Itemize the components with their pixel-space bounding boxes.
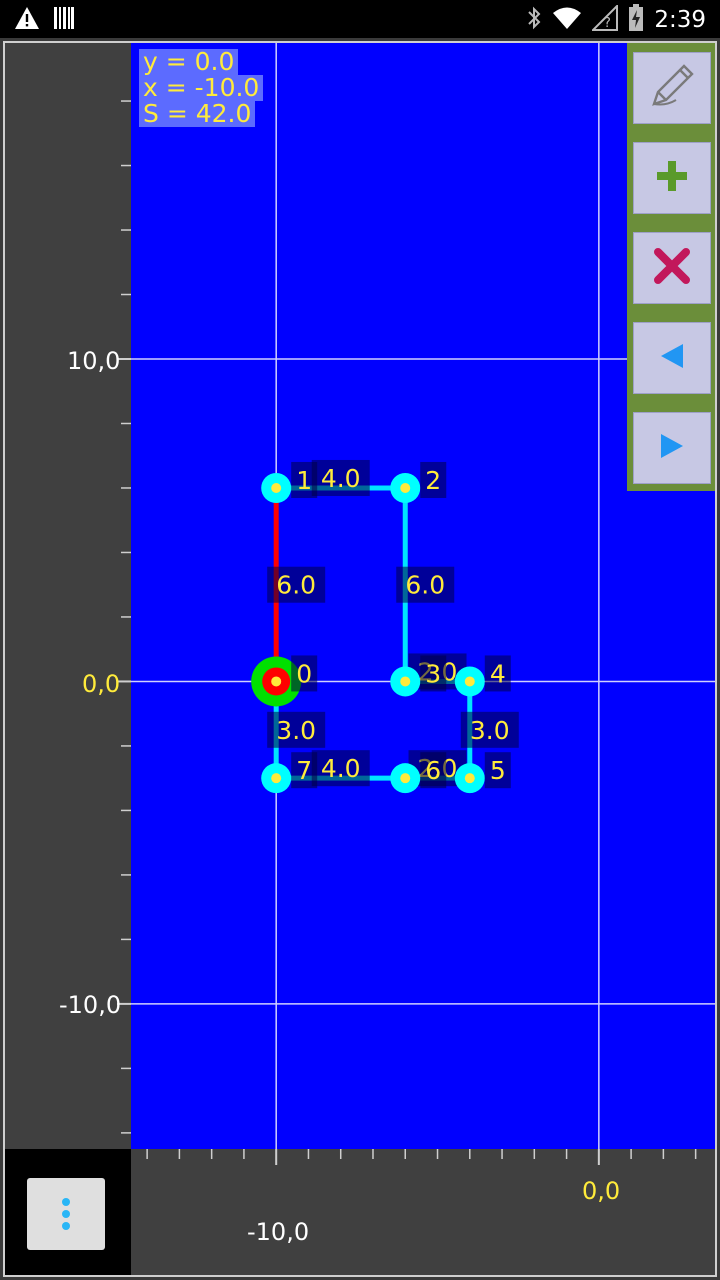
edge-length-label: 6.0	[267, 566, 326, 603]
edge-length-label: 3.0	[267, 711, 326, 748]
vertex-index-label: 3	[420, 655, 447, 692]
add-point-button[interactable]	[633, 142, 711, 214]
menu-dot-icon	[62, 1222, 70, 1230]
svg-text:?: ?	[604, 16, 611, 31]
vertex-index-label: 2	[420, 461, 447, 498]
delete-point-button[interactable]	[633, 232, 711, 304]
y-tick-label-minus-10: -10,0	[59, 991, 122, 1019]
vertex-index-label: 7	[291, 752, 318, 789]
vertex-index-label-text: 2	[425, 466, 441, 495]
signal-icon: ?	[590, 3, 619, 35]
x-tick-label-0: 0,0	[582, 1177, 621, 1205]
vertex-center	[464, 676, 475, 687]
vertex-index-label: 5	[484, 752, 511, 789]
menu-dot-icon	[62, 1198, 70, 1206]
vertex-center	[464, 773, 475, 784]
vertex-center	[271, 482, 282, 493]
edge-length-label-text: 4.0	[321, 464, 361, 493]
vertex-index-label: 6	[420, 752, 447, 789]
warning-icon	[14, 6, 40, 34]
arrow-right-icon	[657, 431, 687, 465]
menu-area	[5, 1149, 131, 1275]
vertex-center	[400, 676, 411, 687]
vertex-index-label-text: 1	[296, 466, 312, 495]
previous-point-button[interactable]	[633, 322, 711, 394]
edge-length-label: 4.0	[311, 459, 370, 496]
vertex-center	[400, 773, 411, 784]
edge-length-label-text: 6.0	[276, 571, 316, 600]
battery-charging-icon	[628, 4, 644, 36]
bluetooth-icon	[526, 5, 542, 35]
info-x: x = -10.0	[139, 75, 264, 101]
x-axis-ruler[interactable]: 0,0 -10,0	[131, 1149, 715, 1275]
arrow-left-icon	[657, 341, 687, 375]
wifi-icon	[552, 6, 582, 34]
x-axis-ticks	[146, 1149, 697, 1165]
edge-length-label: 4.0	[311, 750, 370, 787]
edge-length-label: 3.0	[460, 711, 519, 748]
x-tick-label-minus-10: -10,0	[247, 1218, 310, 1246]
pencil-icon	[646, 60, 698, 116]
vertex-index-label: 1	[291, 461, 318, 498]
vertex-center	[400, 482, 411, 493]
clock: 2:39	[654, 7, 706, 33]
edge-length-label-text: 3.0	[276, 716, 316, 745]
vertex-index-label-text: 6	[425, 756, 441, 785]
info-box: y = 0.0 x = -10.0 S = 42.0	[139, 49, 264, 127]
vertex-center	[271, 676, 282, 687]
vertex-index-label-text: 3	[425, 659, 441, 688]
edge-length-label-text: 3.0	[470, 716, 510, 745]
vertex-index-label-text: 7	[296, 756, 312, 785]
y-axis-ticks	[117, 100, 131, 1134]
edit-button[interactable]	[633, 52, 711, 124]
edge-length-label: 6.0	[396, 566, 455, 603]
vertex-index-label-text: 0	[296, 659, 312, 688]
menu-dot-icon	[62, 1210, 70, 1218]
vertex-index-label: 4	[484, 655, 511, 692]
next-point-button[interactable]	[633, 412, 711, 484]
y-tick-label-0: 0,0	[82, 670, 121, 698]
barcode-icon	[54, 7, 74, 33]
edge-length-label-text: 4.0	[321, 754, 361, 783]
status-bar: ? 2:39	[0, 0, 720, 38]
info-y: y = 0.0	[139, 49, 239, 75]
toolbar	[627, 43, 715, 491]
edge-length-label-text: 6.0	[405, 571, 445, 600]
y-axis-ruler[interactable]: 10,0 0,0 -10,0	[5, 43, 131, 1149]
cross-icon	[653, 247, 691, 289]
overflow-menu-button[interactable]	[27, 1178, 105, 1250]
vertex-index-label-text: 4	[490, 659, 506, 688]
plus-icon	[654, 158, 690, 198]
vertex-index-label: 0	[291, 655, 318, 692]
y-tick-label-10: 10,0	[67, 347, 121, 375]
info-area: S = 42.0	[139, 101, 256, 127]
vertex-center	[271, 773, 282, 784]
vertex-index-label-text: 5	[490, 756, 506, 785]
